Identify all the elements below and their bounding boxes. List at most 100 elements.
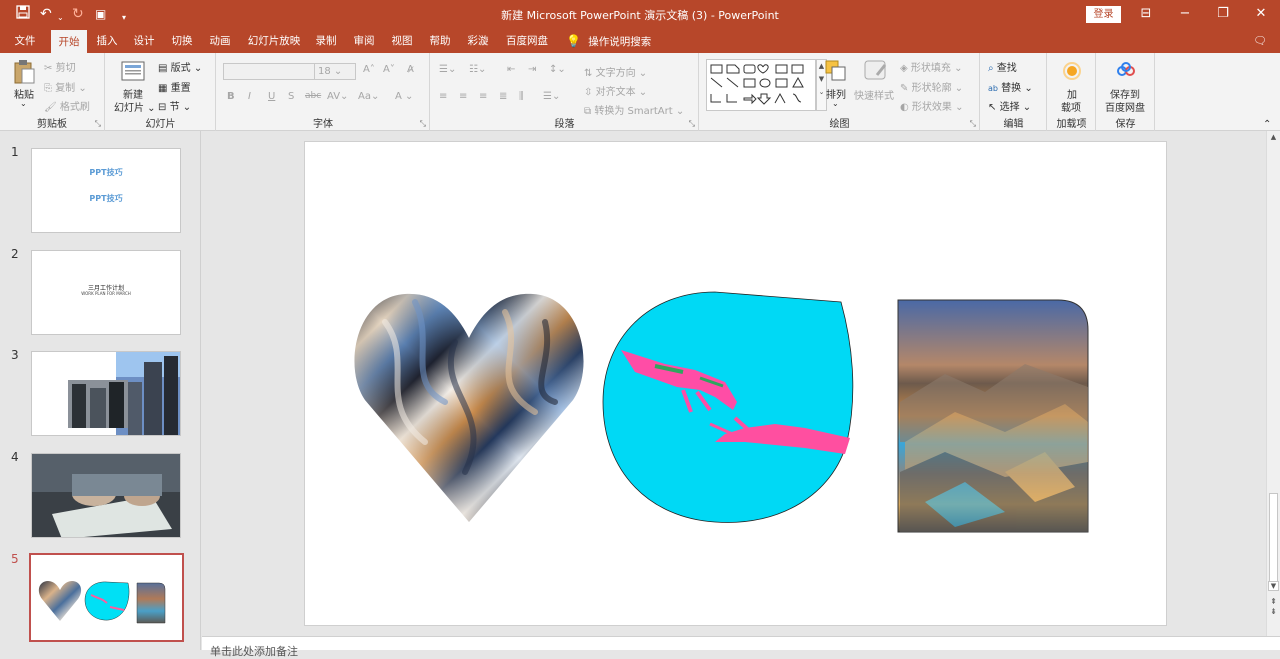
tab-animations[interactable]: 动画 [204, 29, 236, 53]
slides-group-label: 幻灯片 [145, 119, 176, 130]
format-painter-button[interactable]: 🖌 格式刷 [44, 98, 90, 113]
font-color-icon[interactable]: A ⌄ [395, 91, 413, 102]
underline-icon[interactable]: U [268, 91, 275, 102]
arrange-dropdown-icon[interactable]: ⌄ [832, 99, 839, 108]
paragraph-dialog-launcher-icon[interactable]: ⤡ [689, 119, 695, 129]
bullets-icon[interactable]: ☰⌄ [439, 64, 456, 75]
strikethrough-icon[interactable]: abc [305, 91, 321, 101]
scroll-down-icon[interactable]: ▼ [1268, 581, 1279, 591]
shape-fill-button[interactable]: ◈ 形状填充 ⌄ [900, 59, 962, 74]
scroll-thumb[interactable] [1269, 493, 1278, 588]
close-icon[interactable]: ✕ [1246, 3, 1276, 25]
drawing-dialog-launcher-icon[interactable]: ⤡ [970, 119, 976, 129]
text-direction-icon: ⇅ [584, 68, 593, 79]
tab-transitions[interactable]: 切换 [166, 29, 198, 53]
paste-icon[interactable] [12, 59, 36, 84]
slide-thumbnail-5[interactable] [29, 553, 184, 642]
tab-home[interactable]: 开始 [51, 30, 87, 53]
font-dialog-launcher-icon[interactable]: ⤡ [420, 119, 426, 129]
clear-format-icon[interactable]: A̷ [407, 64, 414, 75]
shape-outline-button[interactable]: ✎ 形状轮廓 ⌄ [900, 79, 963, 94]
paste-dropdown-icon[interactable]: ⌄ [20, 99, 27, 108]
replace-button[interactable]: ab 替换 ⌄ [988, 79, 1033, 94]
increase-font-icon[interactable]: A˄ [363, 64, 375, 75]
editing-group: ⌕ 查找 ab 替换 ⌄ ↖ 选择 ⌄ 编辑 [981, 53, 1047, 131]
char-spacing-icon[interactable]: AV⌄ [327, 91, 348, 102]
text-direction-label: 文字方向 [595, 68, 636, 79]
tab-record[interactable]: 录制 [310, 29, 342, 53]
find-button[interactable]: ⌕ 查找 [988, 59, 1017, 74]
font-name-input[interactable] [223, 63, 315, 80]
comments-icon[interactable]: 🗨 [1250, 29, 1270, 53]
tab-slideshow[interactable]: 幻灯片放映 [244, 29, 304, 53]
addins-label-2[interactable]: 载项 [1061, 99, 1081, 114]
arrange-icon[interactable] [824, 59, 848, 83]
slide-number: 3 [11, 348, 19, 362]
change-case-icon[interactable]: Aa⌄ [358, 91, 379, 102]
addins-icon[interactable] [1060, 59, 1084, 83]
align-right-icon[interactable]: ≡ [479, 91, 487, 102]
line-spacing-icon[interactable]: ↕⌄ [549, 64, 566, 75]
vertical-scrollbar[interactable]: ▲ ▼ ⇞ ⇟ [1266, 131, 1280, 636]
scroll-up-icon[interactable]: ▲ [1268, 133, 1279, 141]
tab-review[interactable]: 审阅 [348, 29, 380, 53]
prev-next-slide-icon[interactable]: ⇞ ⇟ [1268, 597, 1279, 617]
columns-icon[interactable]: ⫼ [519, 91, 524, 102]
paragraph-align-icon[interactable]: ☰⌄ [543, 91, 560, 102]
shadow-icon[interactable]: S [288, 91, 294, 102]
slide-thumbnail-2[interactable]: 三月工作计划 WORK PLAN FOR MARCH [31, 250, 181, 335]
tab-design[interactable]: 设计 [128, 29, 160, 53]
layout-button[interactable]: ▤ 版式 ⌄ [158, 59, 202, 74]
new-slide-icon[interactable] [121, 59, 145, 83]
thumb-subtitle: PPT技巧 [89, 194, 123, 203]
decrease-indent-icon[interactable]: ⇤ [507, 64, 515, 75]
crystal-landscape-image[interactable] [897, 299, 1089, 533]
copy-button[interactable]: ⎘ 复制 ⌄ [44, 79, 87, 94]
tab-baidu-netdisk[interactable]: 百度网盘 [502, 29, 552, 53]
slide-thumbnail-1[interactable]: PPT技巧 PPT技巧 [31, 148, 181, 233]
align-text-button[interactable]: ⇳ 对齐文本 ⌄ [584, 83, 647, 98]
slide-thumbnail-pane[interactable]: 1 PPT技巧 PPT技巧 2 三月工作计划 WORK PLAN FOR MAR… [0, 131, 201, 650]
tab-help[interactable]: 帮助 [424, 29, 456, 53]
minimize-icon[interactable]: − [1170, 3, 1200, 25]
restore-icon[interactable]: ❐ [1208, 3, 1238, 25]
current-slide[interactable] [304, 141, 1167, 626]
increase-indent-icon[interactable]: ⇥ [528, 64, 536, 75]
text-direction-button[interactable]: ⇅ 文字方向 ⌄ [584, 64, 647, 79]
find-label: 查找 [996, 63, 1017, 74]
baidu-cloud-icon[interactable] [1114, 59, 1138, 83]
shape-effects-button[interactable]: ◐ 形状效果 ⌄ [900, 98, 963, 113]
new-slide-label-2[interactable]: 幻灯片 ⌄ [114, 99, 156, 114]
align-center-icon[interactable]: ≡ [459, 91, 467, 102]
select-button[interactable]: ↖ 选择 ⌄ [988, 98, 1031, 113]
collapse-ribbon-icon[interactable]: ⌃ [1263, 119, 1271, 130]
italic-icon[interactable]: I [248, 91, 251, 102]
tab-insert[interactable]: 插入 [91, 29, 123, 53]
decrease-font-icon[interactable]: A˅ [383, 64, 395, 75]
slide-thumbnail-4[interactable] [31, 453, 181, 538]
quick-styles-icon[interactable] [863, 59, 887, 83]
bold-icon[interactable]: B [227, 91, 235, 102]
tab-file[interactable]: 文件 [8, 29, 42, 53]
justify-icon[interactable]: ≣ [499, 91, 507, 102]
tell-me-search[interactable]: 💡 操作说明搜索 [566, 29, 658, 53]
cut-button[interactable]: ✂ 剪切 [44, 59, 76, 74]
section-button[interactable]: ⊟ 节 ⌄ [158, 98, 191, 113]
quick-styles-label[interactable]: 快速样式 [854, 87, 894, 102]
align-left-icon[interactable]: ≡ [439, 91, 447, 102]
numbering-icon[interactable]: ☷⌄ [469, 64, 486, 75]
tab-view[interactable]: 视图 [386, 29, 418, 53]
reset-button[interactable]: ▦ 重置 [158, 79, 191, 94]
slide-thumbnail-3[interactable] [31, 351, 181, 436]
hands-reaching-image[interactable] [602, 291, 854, 523]
copy-icon: ⎘ [44, 83, 52, 94]
notes-pane[interactable]: 单击此处添加备注 [202, 636, 1280, 658]
tab-caixuan[interactable]: 彩漩 [462, 29, 494, 53]
shapes-gallery[interactable] [706, 59, 816, 111]
save-to-baidu-label-2[interactable]: 百度网盘 [1105, 99, 1145, 114]
clipboard-dialog-launcher-icon[interactable]: ⤡ [95, 119, 101, 129]
login-button[interactable]: 登录 [1086, 6, 1121, 23]
heart-image[interactable] [354, 293, 584, 522]
ribbon-display-icon[interactable]: ⊟ [1131, 3, 1161, 25]
font-size-input[interactable]: 18 ⌄ [314, 63, 356, 80]
